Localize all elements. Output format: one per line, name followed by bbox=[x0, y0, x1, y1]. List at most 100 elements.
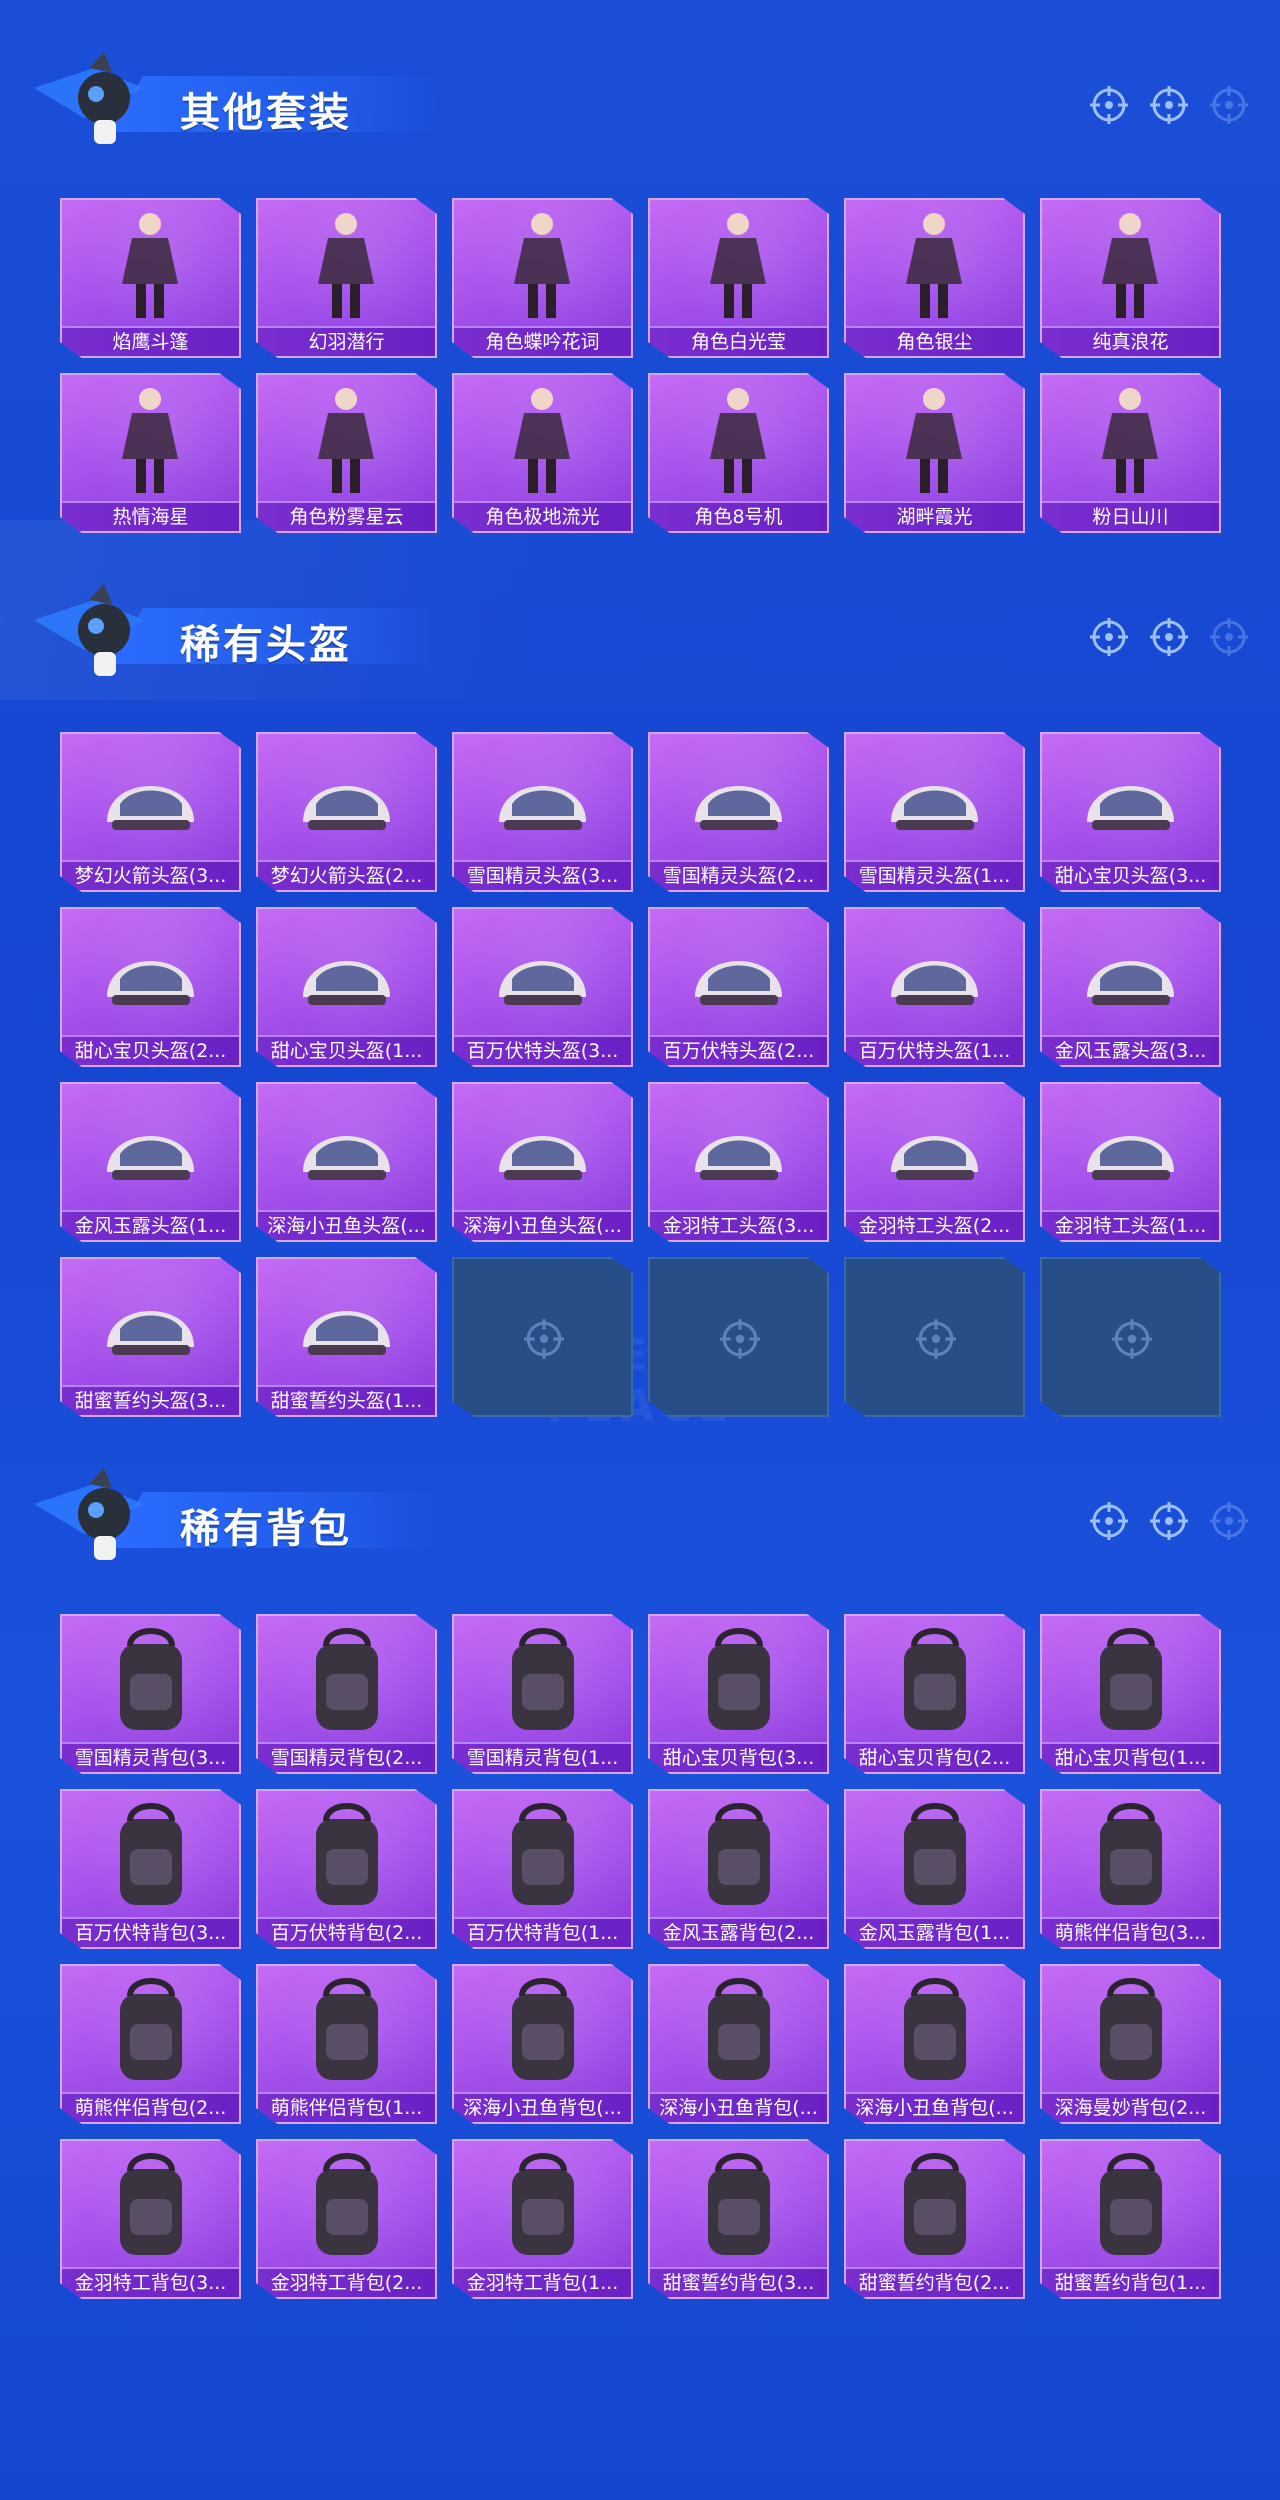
crosshair-icon bbox=[1090, 618, 1128, 656]
item-label: 金羽特工头盔(2... bbox=[846, 1210, 1023, 1240]
item-card[interactable]: 雪国精灵背包(2... bbox=[256, 1614, 437, 1774]
backpack-icon bbox=[708, 2153, 770, 2255]
item-label: 角色银尘 bbox=[846, 326, 1023, 356]
empty-slot bbox=[648, 1257, 829, 1417]
item-card[interactable]: 百万伏特头盔(1... bbox=[844, 907, 1025, 1067]
helmet-icon bbox=[1087, 1136, 1174, 1180]
item-card[interactable]: 角色粉雾星云 bbox=[256, 373, 437, 533]
backpack-icon bbox=[316, 1803, 378, 1905]
section-title: 稀有头盔 bbox=[180, 622, 352, 668]
item-card[interactable]: 甜蜜誓约背包(2... bbox=[844, 2139, 1025, 2299]
item-label: 金羽特工头盔(1... bbox=[1042, 1210, 1219, 1240]
item-card[interactable]: 金风玉露背包(1... bbox=[844, 1789, 1025, 1949]
item-card[interactable]: 梦幻火箭头盔(3... bbox=[60, 732, 241, 892]
item-label: 甜心宝贝头盔(1... bbox=[258, 1035, 435, 1065]
backpack-icon bbox=[120, 1628, 182, 1730]
item-label: 深海小丑鱼背包(... bbox=[454, 2092, 631, 2122]
item-card[interactable]: 雪国精灵背包(3... bbox=[60, 1614, 241, 1774]
section-header: 其他套装 bbox=[0, 40, 1280, 160]
item-card[interactable]: 金风玉露头盔(1... bbox=[60, 1082, 241, 1242]
item-card[interactable]: 金羽特工背包(1... bbox=[452, 2139, 633, 2299]
item-card[interactable]: 甜心宝贝背包(1... bbox=[1040, 1614, 1221, 1774]
item-card[interactable]: 深海小丑鱼头盔(... bbox=[452, 1082, 633, 1242]
item-card[interactable]: 百万伏特背包(1... bbox=[452, 1789, 633, 1949]
item-card[interactable]: 热情海星 bbox=[60, 373, 241, 533]
crosshair-icon bbox=[720, 1319, 760, 1359]
item-card[interactable]: 金羽特工头盔(1... bbox=[1040, 1082, 1221, 1242]
item-card[interactable]: 萌熊伴侣背包(1... bbox=[256, 1964, 437, 2124]
item-card[interactable]: 金羽特工头盔(2... bbox=[844, 1082, 1025, 1242]
item-label: 雪国精灵头盔(2... bbox=[650, 860, 827, 890]
item-card[interactable]: 雪国精灵头盔(3... bbox=[452, 732, 633, 892]
backpack-icon bbox=[316, 2153, 378, 2255]
helmet-icon bbox=[499, 1136, 586, 1180]
item-card[interactable]: 金羽特工背包(2... bbox=[256, 2139, 437, 2299]
item-card[interactable]: 深海小丑鱼背包(... bbox=[648, 1964, 829, 2124]
item-card[interactable]: 金羽特工头盔(3... bbox=[648, 1082, 829, 1242]
item-label: 百万伏特背包(3... bbox=[62, 1917, 239, 1947]
item-card[interactable]: 角色极地流光 bbox=[452, 373, 633, 533]
item-card[interactable]: 深海小丑鱼背包(... bbox=[452, 1964, 633, 2124]
crosshair-icon bbox=[1112, 1319, 1152, 1359]
mascot-icon bbox=[34, 1468, 144, 1560]
item-card[interactable]: 甜心宝贝头盔(2... bbox=[60, 907, 241, 1067]
helmet-icon bbox=[499, 961, 586, 1005]
item-card[interactable]: 纯真浪花 bbox=[1040, 198, 1221, 358]
item-card[interactable]: 角色8号机 bbox=[648, 373, 829, 533]
outfit-icon bbox=[906, 388, 962, 493]
item-card[interactable]: 甜蜜誓约背包(3... bbox=[648, 2139, 829, 2299]
item-label: 金风玉露背包(1... bbox=[846, 1917, 1023, 1947]
item-card[interactable]: 角色白光莹 bbox=[648, 198, 829, 358]
item-label: 甜心宝贝背包(2... bbox=[846, 1742, 1023, 1772]
item-label: 百万伏特头盔(1... bbox=[846, 1035, 1023, 1065]
item-card[interactable]: 百万伏特背包(2... bbox=[256, 1789, 437, 1949]
outfit-icon bbox=[710, 388, 766, 493]
backpack-icon bbox=[120, 1978, 182, 2080]
item-card[interactable]: 金风玉露背包(2... bbox=[648, 1789, 829, 1949]
item-card[interactable]: 萌熊伴侣背包(2... bbox=[60, 1964, 241, 2124]
outfit-icon bbox=[710, 213, 766, 318]
item-card[interactable]: 百万伏特背包(3... bbox=[60, 1789, 241, 1949]
crosshair-icon bbox=[1150, 86, 1188, 124]
helmet-icon bbox=[891, 961, 978, 1005]
backpack-icon bbox=[708, 1628, 770, 1730]
item-card[interactable]: 甜心宝贝头盔(3... bbox=[1040, 732, 1221, 892]
item-card[interactable]: 湖畔霞光 bbox=[844, 373, 1025, 533]
helmet-icon bbox=[891, 1136, 978, 1180]
item-card[interactable]: 深海曼妙背包(2... bbox=[1040, 1964, 1221, 2124]
item-card[interactable]: 深海小丑鱼头盔(... bbox=[256, 1082, 437, 1242]
item-card[interactable]: 角色蝶吟花词 bbox=[452, 198, 633, 358]
section-header: 稀有背包 bbox=[0, 1456, 1280, 1576]
item-card[interactable]: 甜蜜誓约头盔(3... bbox=[60, 1257, 241, 1417]
item-card[interactable]: 金羽特工背包(3... bbox=[60, 2139, 241, 2299]
item-card[interactable]: 焰鹰斗篷 bbox=[60, 198, 241, 358]
item-label: 深海曼妙背包(2... bbox=[1042, 2092, 1219, 2122]
item-label: 角色白光莹 bbox=[650, 326, 827, 356]
helmet-icon bbox=[107, 1311, 194, 1355]
item-card[interactable]: 甜蜜誓约背包(1... bbox=[1040, 2139, 1221, 2299]
item-card[interactable]: 幻羽潜行 bbox=[256, 198, 437, 358]
item-card[interactable]: 角色银尘 bbox=[844, 198, 1025, 358]
helmet-icon bbox=[695, 786, 782, 830]
item-card[interactable]: 甜心宝贝头盔(1... bbox=[256, 907, 437, 1067]
item-card[interactable]: 粉日山川 bbox=[1040, 373, 1221, 533]
item-card[interactable]: 甜心宝贝背包(2... bbox=[844, 1614, 1025, 1774]
item-card[interactable]: 百万伏特头盔(2... bbox=[648, 907, 829, 1067]
item-card[interactable]: 雪国精灵背包(1... bbox=[452, 1614, 633, 1774]
crosshair-icon bbox=[1090, 1502, 1128, 1540]
item-card[interactable]: 甜蜜誓约头盔(1... bbox=[256, 1257, 437, 1417]
item-card[interactable]: 甜心宝贝背包(3... bbox=[648, 1614, 829, 1774]
item-label: 甜蜜誓约头盔(3... bbox=[62, 1385, 239, 1415]
item-card[interactable]: 金风玉露头盔(3... bbox=[1040, 907, 1221, 1067]
item-label: 雪国精灵头盔(1... bbox=[846, 860, 1023, 890]
item-card[interactable]: 深海小丑鱼背包(... bbox=[844, 1964, 1025, 2124]
item-grid: 焰鹰斗篷 幻羽潜行 角色蝶吟花词 角色白光莹 角色银尘 纯真浪花热情海星 角色粉雾星云 角色极… bbox=[60, 198, 1221, 533]
item-card[interactable]: 雪国精灵头盔(2... bbox=[648, 732, 829, 892]
item-card[interactable]: 萌熊伴侣背包(3... bbox=[1040, 1789, 1221, 1949]
backpack-icon bbox=[708, 1978, 770, 2080]
item-card[interactable]: 梦幻火箭头盔(2... bbox=[256, 732, 437, 892]
item-card[interactable]: 雪国精灵头盔(1... bbox=[844, 732, 1025, 892]
item-card[interactable]: 百万伏特头盔(3... bbox=[452, 907, 633, 1067]
backpack-icon bbox=[316, 1628, 378, 1730]
item-label: 百万伏特头盔(3... bbox=[454, 1035, 631, 1065]
